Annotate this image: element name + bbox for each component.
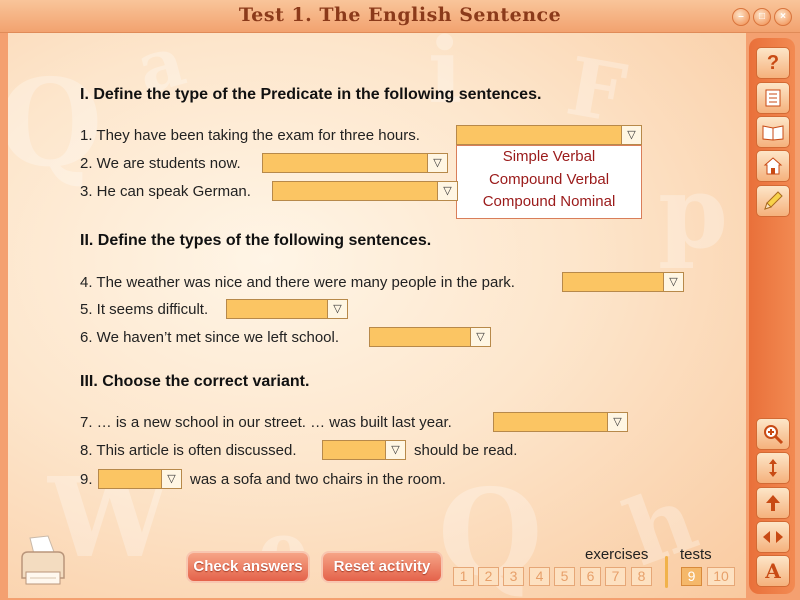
reset-activity-button[interactable]: Reset activity <box>321 551 443 583</box>
answer-select[interactable]: ▽ <box>262 153 448 173</box>
exercise-page-button[interactable]: 4 <box>529 567 550 586</box>
dropdown-arrow-icon[interactable]: ▽ <box>427 154 447 172</box>
dropdown-arrow-icon[interactable]: ▽ <box>385 441 405 459</box>
font-icon[interactable]: A <box>756 555 790 587</box>
exercises-label: exercises <box>585 546 649 563</box>
dropdown-list: Simple Verbal Compound Verbal Compound N… <box>456 145 642 219</box>
title-bar: Test 1. The English Sentence – □ × <box>0 0 800 33</box>
question-text: 4. The weather was nice and there were m… <box>80 274 515 291</box>
background-decoration: p <box>658 153 728 271</box>
dropdown-option[interactable]: Compound Verbal <box>457 169 641 192</box>
answer-select[interactable]: ▽ <box>98 469 182 489</box>
answer-select[interactable]: ▽ <box>456 125 642 145</box>
nav-divider <box>665 556 668 588</box>
dropdown-option[interactable]: Simple Verbal <box>457 146 641 169</box>
answer-select[interactable]: ▽ <box>226 299 348 319</box>
exercise-page-button[interactable]: 2 <box>478 567 499 586</box>
up-arrow-icon[interactable] <box>756 487 790 519</box>
resize-icon[interactable] <box>756 452 790 484</box>
question-text: was a sofa and two chairs in the room. <box>190 471 446 488</box>
answer-select[interactable]: ▽ <box>562 272 684 292</box>
dropdown-arrow-icon[interactable]: ▽ <box>621 126 641 144</box>
exercise-page-button[interactable]: 3 <box>503 567 524 586</box>
dropdown-arrow-icon[interactable]: ▽ <box>327 300 347 318</box>
question-text: 5. It seems difficult. <box>80 301 209 318</box>
section-heading: III. Choose the correct variant. <box>80 373 310 390</box>
test-page-button[interactable]: 10 <box>707 567 735 586</box>
maximize-button[interactable]: □ <box>753 8 771 26</box>
exercise-page-button[interactable]: 1 <box>453 567 474 586</box>
dropdown-arrow-icon[interactable]: ▽ <box>607 413 627 431</box>
zoom-in-icon[interactable] <box>756 418 790 450</box>
book-icon[interactable] <box>756 116 790 148</box>
close-button[interactable]: × <box>774 8 792 26</box>
left-right-arrows-icon[interactable] <box>756 521 790 553</box>
help-icon[interactable]: ? <box>756 47 790 79</box>
background-decoration: Q <box>8 53 103 194</box>
exercise-page-button[interactable]: 7 <box>605 567 626 586</box>
question-text: 3. He can speak German. <box>80 183 251 200</box>
answer-select[interactable]: ▽ <box>322 440 406 460</box>
tests-label: tests <box>680 546 712 563</box>
question-text: should be read. <box>414 442 518 459</box>
question-text: 2. We are students now. <box>80 155 241 172</box>
checklist-icon[interactable] <box>756 82 790 114</box>
pencil-icon[interactable] <box>756 185 790 217</box>
dropdown-arrow-icon[interactable]: ▽ <box>470 328 490 346</box>
window-title: Test 1. The English Sentence <box>238 4 562 26</box>
dropdown-arrow-icon[interactable]: ▽ <box>663 273 683 291</box>
background-decoration: i <box>428 33 463 124</box>
check-answers-button[interactable]: Check answers <box>186 551 310 583</box>
exercise-page-button[interactable]: 8 <box>631 567 652 586</box>
home-icon[interactable] <box>756 150 790 182</box>
dropdown-option[interactable]: Compound Nominal <box>457 191 641 214</box>
minimize-button[interactable]: – <box>732 8 750 26</box>
exercise-page-button[interactable]: 6 <box>580 567 601 586</box>
test-page-button-active[interactable]: 9 <box>681 567 702 586</box>
answer-select[interactable]: ▽ <box>369 327 491 347</box>
window-controls: – □ × <box>732 8 792 26</box>
question-text: 8. This article is often discussed. <box>80 442 297 459</box>
printer-icon[interactable] <box>18 534 66 588</box>
dropdown-arrow-icon[interactable]: ▽ <box>161 470 181 488</box>
exercise-page-button[interactable]: 5 <box>554 567 575 586</box>
dropdown-arrow-icon[interactable]: ▽ <box>437 182 457 200</box>
question-text: 7. … is a new school in our street. … wa… <box>80 414 452 431</box>
question-text: 6. We haven’t met since we left school. <box>80 329 340 346</box>
section-heading: I. Define the type of the Predicate in t… <box>80 86 542 103</box>
question-text: 1. They have been taking the exam for th… <box>80 127 420 144</box>
answer-select[interactable]: ▽ <box>272 181 458 201</box>
question-text: 9. <box>80 471 93 488</box>
answer-select[interactable]: ▽ <box>493 412 628 432</box>
section-heading: II. Define the types of the following se… <box>80 232 432 249</box>
